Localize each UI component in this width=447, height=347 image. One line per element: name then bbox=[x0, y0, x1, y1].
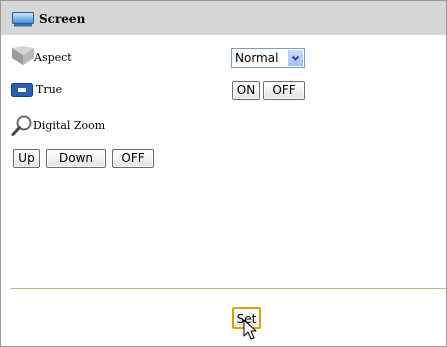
true-on-button[interactable]: ON bbox=[232, 81, 260, 100]
true-off-button[interactable]: OFF bbox=[263, 81, 305, 100]
aspect-label: Aspect bbox=[34, 51, 72, 64]
aspect-select[interactable]: Normal bbox=[231, 48, 305, 68]
mouse-pointer-icon bbox=[243, 319, 257, 341]
divider bbox=[11, 288, 446, 289]
zoom-up-button[interactable]: Up bbox=[13, 149, 40, 168]
chevron-down-icon[interactable] bbox=[288, 50, 303, 66]
screen-true-icon bbox=[11, 82, 33, 97]
magnifier-icon bbox=[11, 115, 33, 137]
aspect-select-value: Normal bbox=[235, 51, 279, 65]
true-label: True bbox=[36, 83, 63, 96]
monitor-icon bbox=[12, 12, 34, 27]
digital-zoom-label: Digital Zoom bbox=[33, 119, 106, 132]
page-title: Screen bbox=[39, 12, 86, 26]
screen-settings-panel: Screen Aspect Normal True ON OFF Digital… bbox=[0, 0, 447, 347]
zoom-off-button[interactable]: OFF bbox=[112, 149, 154, 168]
aspect-icon bbox=[11, 46, 35, 66]
section-header: Screen bbox=[1, 1, 446, 35]
zoom-down-button[interactable]: Down bbox=[46, 149, 106, 168]
